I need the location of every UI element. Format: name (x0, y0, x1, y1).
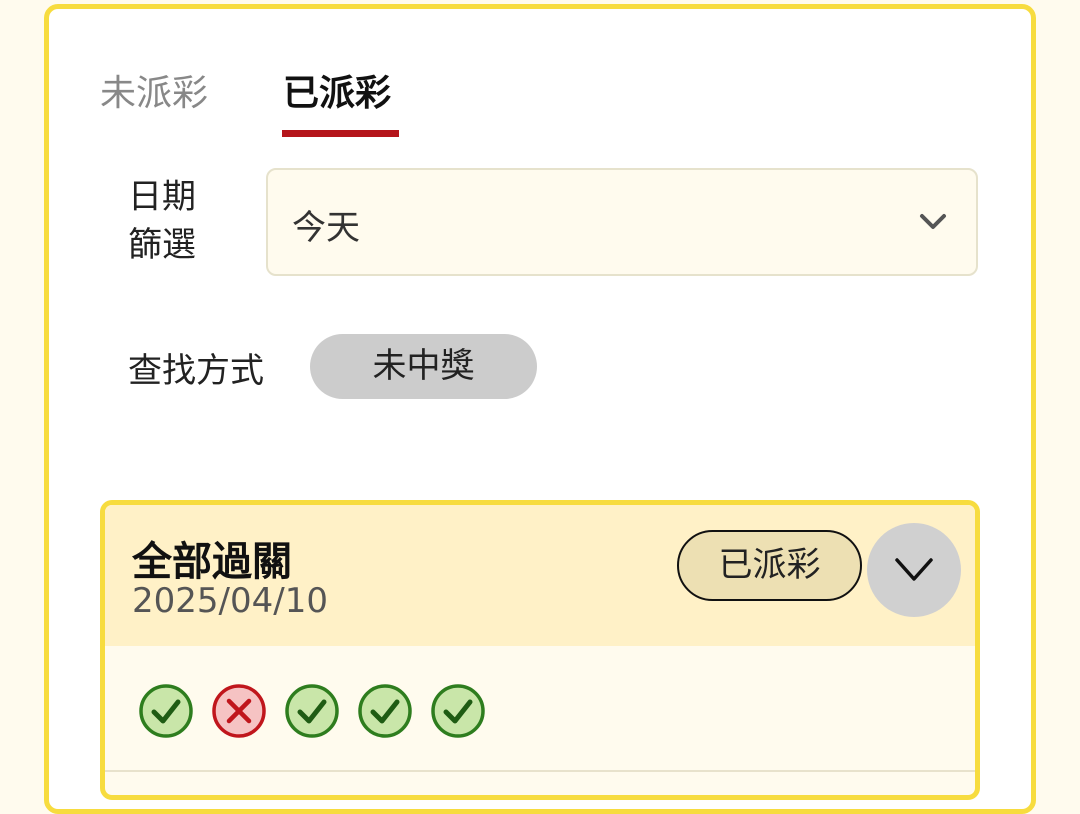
date-filter-label: 日期篩選 (128, 177, 196, 265)
date-filter-select[interactable]: 今天 (266, 168, 978, 276)
search-option-chip[interactable]: 未中獎 (310, 334, 537, 399)
divider (105, 770, 975, 772)
chevron-down-icon (920, 214, 946, 229)
leg-results (138, 683, 486, 739)
tab-paid[interactable]: 已派彩 (283, 70, 391, 118)
active-tab-indicator (282, 130, 399, 137)
tab-unpaid[interactable]: 未派彩 (100, 70, 208, 118)
win-check-icon (430, 683, 486, 739)
win-check-icon (357, 683, 413, 739)
date-filter-value: 今天 (292, 208, 360, 248)
lose-cross-icon (211, 683, 267, 739)
expand-button[interactable] (867, 523, 961, 617)
search-method-label: 查找方式 (128, 351, 264, 391)
status-badge: 已派彩 (677, 530, 862, 601)
chevron-down-icon (895, 558, 933, 581)
bet-type-title: 全部過關 (132, 539, 292, 585)
win-check-icon (138, 683, 194, 739)
win-check-icon (284, 683, 340, 739)
bet-card: 全部過關 2025/04/10 已派彩 (100, 500, 980, 800)
bet-card-header[interactable]: 全部過關 2025/04/10 已派彩 (105, 505, 975, 646)
bet-date: 2025/04/10 (132, 581, 328, 621)
